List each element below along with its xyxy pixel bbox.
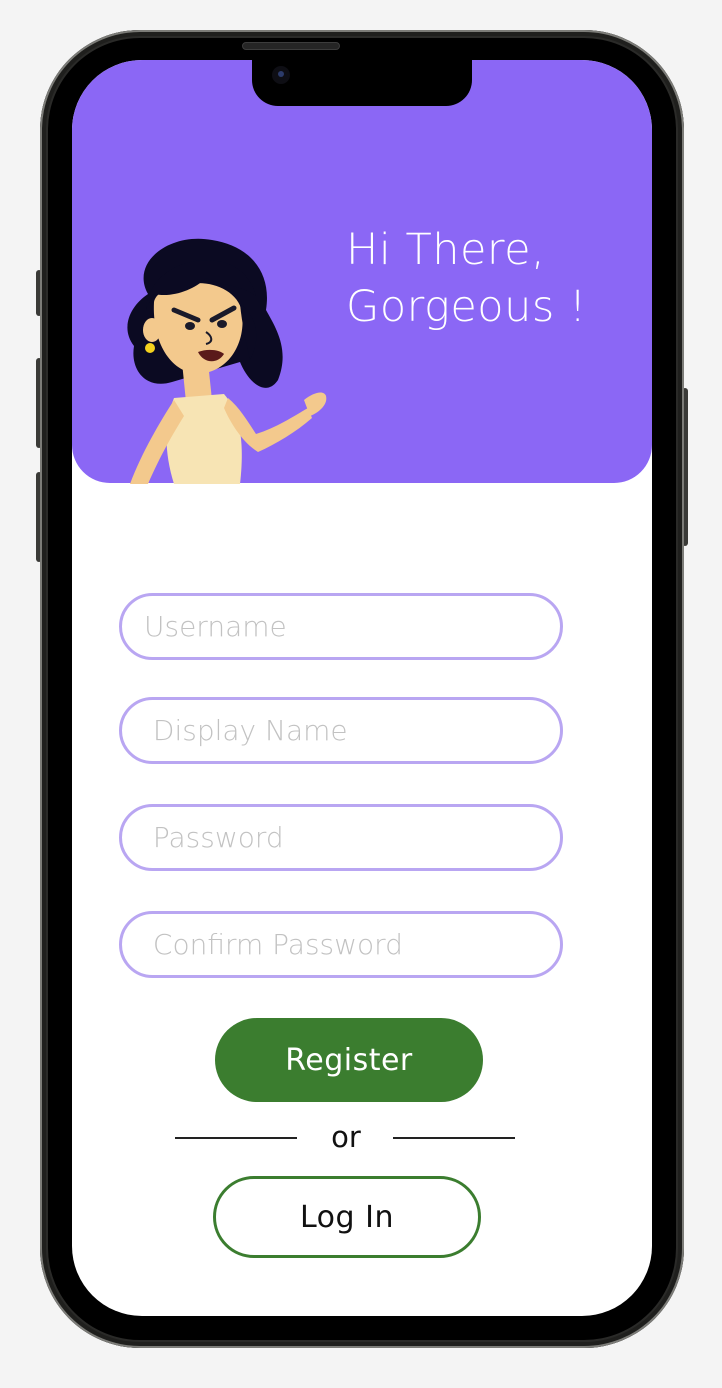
register-button[interactable]: Register (215, 1018, 483, 1102)
front-camera-icon (272, 66, 290, 84)
username-field[interactable] (119, 593, 563, 660)
stage: Hi There, Gorgeous ! Register or Log In (0, 0, 722, 1388)
app-screen: Hi There, Gorgeous ! Register or Log In (72, 60, 652, 1316)
login-button[interactable]: Log In (213, 1176, 481, 1258)
username-input[interactable] (122, 596, 560, 657)
display-name-input[interactable] (122, 700, 560, 761)
greeting-line-1: Hi There, (346, 225, 546, 275)
password-field[interactable] (119, 804, 563, 871)
woman-illustration (127, 238, 327, 484)
confirm-password-input[interactable] (122, 914, 560, 975)
divider-line-right (393, 1137, 515, 1139)
greeting-line-2: Gorgeous ! (346, 282, 587, 332)
display-name-field[interactable] (119, 697, 563, 764)
divider-or-label: or (331, 1120, 361, 1154)
welcome-header: Hi There, Gorgeous ! (72, 60, 652, 484)
greeting-heading: Hi There, Gorgeous ! (346, 222, 646, 336)
speaker-grille (242, 42, 340, 50)
divider-line-left (175, 1137, 297, 1139)
password-input[interactable] (122, 807, 560, 868)
confirm-password-field[interactable] (119, 911, 563, 978)
